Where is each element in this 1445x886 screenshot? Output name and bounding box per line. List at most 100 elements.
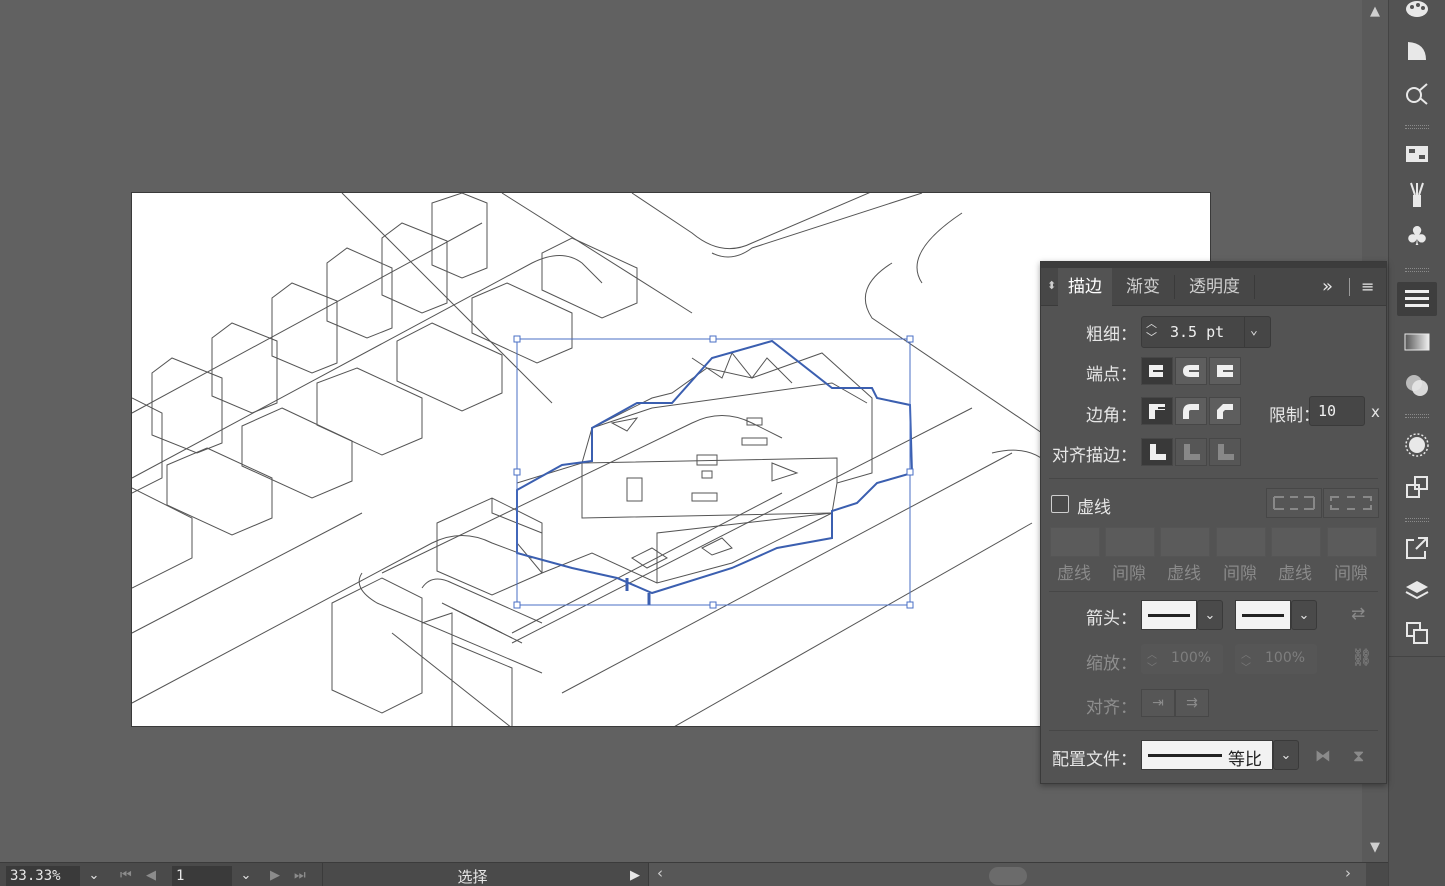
symbol-sprayer-icon[interactable] [1397,77,1437,111]
weight-field[interactable]: ︿ ﹀ 3.5 pt ⌄ [1141,316,1271,348]
flip-along-icon: ⧓ [1315,746,1331,765]
gap-label-1: 间隙 [1112,564,1146,584]
stepper-up-icon[interactable]: ︿ [1146,317,1157,331]
artboard-dropdown-icon[interactable]: ⌄ [234,866,258,886]
weight-value: 3.5 pt [1170,323,1225,341]
next-artboard-icon[interactable]: ▶ [270,866,280,886]
dash-label-3: 虚线 [1278,564,1312,584]
align-stroke-label: 对齐描边： [1052,446,1137,466]
dock-grip[interactable] [1405,125,1429,129]
start-scale-field: ︿ ﹀ 100% [1141,644,1223,674]
end-scale-field: ︿ ﹀ 100% [1235,644,1317,674]
tab-stroke[interactable]: 描边 [1058,268,1112,306]
dock-grip[interactable] [1405,414,1429,418]
end-scale-value: 100% [1265,650,1306,666]
corner-label: 边角： [1086,406,1137,426]
limit-field[interactable]: 10 [1309,396,1365,426]
dash-label-1: 虚线 [1057,564,1091,584]
scroll-up-icon[interactable]: ▲ [1367,4,1383,20]
profile-dropdown-icon[interactable]: ⌄ [1273,740,1299,770]
dashed-line-label: 虚线 [1077,498,1111,518]
stroke-lines-icon[interactable] [1397,282,1437,316]
right-panel-dock: ♣ [1388,0,1445,886]
last-artboard-icon[interactable]: ⏭ [294,866,306,886]
limit-unit: x [1371,403,1380,421]
section-divider [1049,478,1378,479]
stepper-down-icon[interactable]: ﹀ [1146,331,1157,345]
gap-label-3: 间隙 [1334,564,1368,584]
dash-label-2: 虚线 [1167,564,1201,584]
scroll-left-icon[interactable]: ‹ [657,864,663,882]
profile-value: 等比 [1228,750,1262,770]
miter-join-icon[interactable] [1141,397,1173,425]
section-divider [1049,730,1378,731]
horizontal-scroll-thumb[interactable] [989,867,1027,885]
cap-label: 端点： [1086,365,1137,385]
zoom-dropdown-icon[interactable]: ⌄ [82,866,106,886]
align-inside-icon [1175,438,1207,466]
symbols-club-icon[interactable]: ♣ [1397,220,1437,254]
start-arrowhead-dropdown-icon[interactable]: ⌄ [1197,600,1223,630]
arrow-tip-at-end-icon: ⇉ [1175,689,1209,717]
zoom-field[interactable]: 33.33% [6,866,80,886]
dash-input-3 [1271,527,1321,557]
scroll-right-icon[interactable]: › [1345,864,1351,882]
arrowhead-label: 箭头： [1086,609,1137,629]
weight-dropdown-icon[interactable]: ⌄ [1250,323,1258,338]
horizontal-scrollbar[interactable]: ‹ › [648,863,1366,886]
gradient-icon[interactable] [1397,325,1437,359]
preserve-dash-icon [1266,488,1322,518]
profile-label: 配置文件： [1052,750,1137,770]
status-bar: 33.33% ⌄ ⏮ ◀ 1 ⌄ ▶ ⏭ 选择 ▶ ‹ › [0,862,1388,886]
layers-icon[interactable] [1397,574,1437,608]
brushes-icon[interactable] [1397,178,1437,212]
tab-transparency[interactable]: 透明度 [1179,268,1250,306]
dock-grip[interactable] [1405,268,1429,272]
start-arrowhead-swatch[interactable] [1141,600,1197,630]
round-join-icon[interactable] [1175,397,1207,425]
previous-artboard-icon[interactable]: ◀ [146,866,156,886]
selection-handles [513,335,914,609]
dock-grip[interactable] [1405,518,1429,522]
transform-icon[interactable] [1397,470,1437,504]
profile-swatch[interactable]: 等比 [1141,740,1273,770]
export-icon[interactable] [1397,531,1437,565]
arrow-align-label: 对齐： [1086,698,1137,718]
tab-gradient[interactable]: 渐变 [1116,268,1170,306]
first-artboard-icon[interactable]: ⏮ [120,866,132,886]
align-dash-corners-icon [1323,488,1379,518]
weight-label: 粗细： [1086,325,1137,345]
gap-input-3 [1327,527,1377,557]
menu-divider [1349,278,1350,296]
gap-input-2 [1216,527,1266,557]
gap-input-1 [1105,527,1155,557]
gradient-quarter-icon[interactable] [1397,34,1437,68]
round-cap-icon[interactable] [1175,357,1207,385]
appearance-sun-icon[interactable] [1397,428,1437,462]
artboard-number-field[interactable]: 1 [172,866,232,886]
swap-arrowheads-icon: ⇄ [1351,604,1366,624]
dashed-line-checkbox[interactable] [1051,495,1069,513]
color-palette-icon[interactable] [1397,0,1437,26]
panel-tab-bar: ⬍ 描边 渐变 透明度 » ≡ [1041,268,1386,306]
align-outside-icon [1209,438,1241,466]
transparency-icon[interactable] [1397,368,1437,402]
scroll-down-icon[interactable]: ▼ [1367,840,1383,856]
gap-label-2: 间隙 [1223,564,1257,584]
arrow-tip-beyond-icon: ⇥ [1141,689,1175,717]
start-scale-value: 100% [1171,650,1212,666]
collapse-toggle-icon[interactable]: ⬍ [1047,279,1056,292]
swatches-icon[interactable] [1397,137,1437,171]
align-center-icon[interactable] [1141,438,1173,466]
end-arrowhead-swatch[interactable] [1235,600,1291,630]
bevel-join-icon[interactable] [1209,397,1241,425]
panel-menu-icon[interactable]: ≡ [1361,277,1374,296]
dash-input-2 [1160,527,1210,557]
artboards-icon[interactable] [1397,616,1437,650]
expand-panel-icon[interactable]: » [1322,276,1333,297]
butt-cap-icon[interactable] [1141,357,1173,385]
projecting-cap-icon[interactable] [1209,357,1241,385]
tab-separator [1174,275,1175,299]
end-arrowhead-dropdown-icon[interactable]: ⌄ [1291,600,1317,630]
status-menu-icon[interactable]: ▶ [630,866,640,886]
